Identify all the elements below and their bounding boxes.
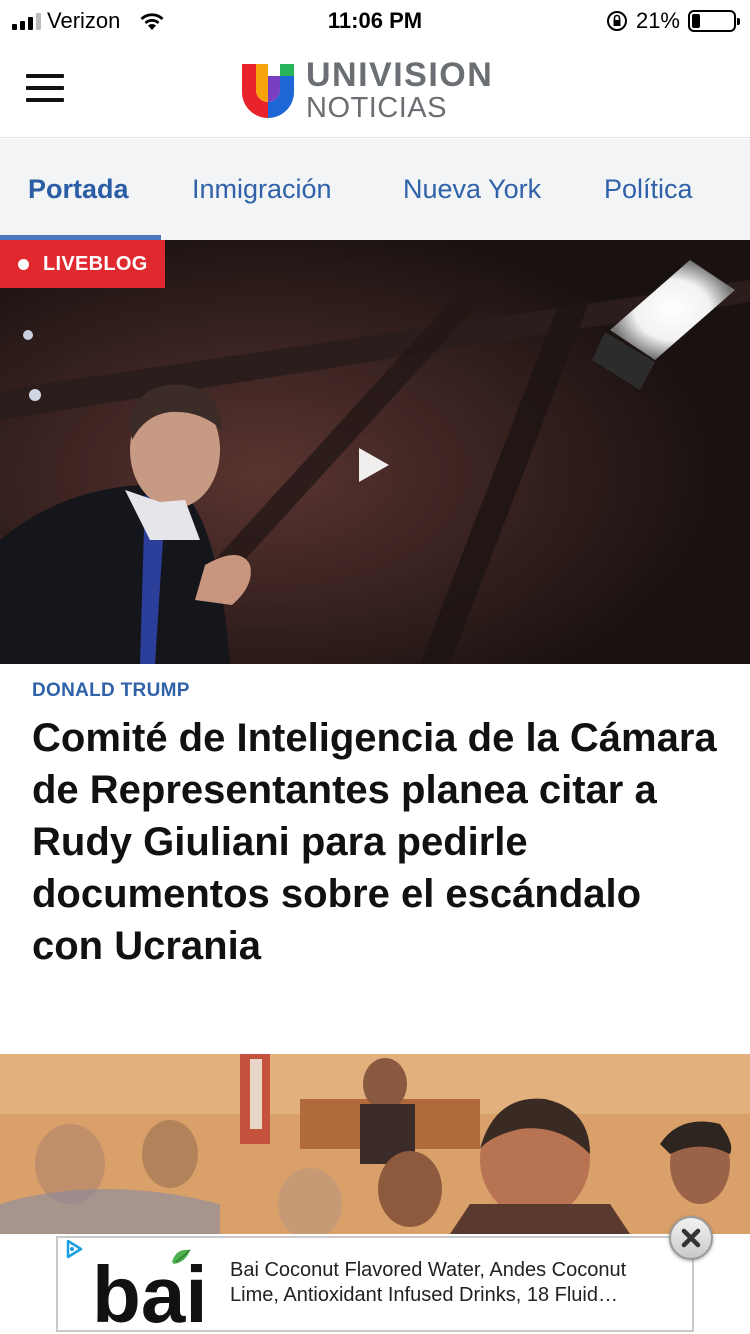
battery-fill [692,14,700,28]
liveblog-badge: LIVEBLOG [0,240,165,288]
univision-logo[interactable]: UNIVISION NOTICIAS [240,58,493,123]
courtroom-sketch [0,1054,750,1234]
close-ad-button[interactable] [669,1216,713,1260]
liveblog-label: LIVEBLOG [43,252,148,275]
status-right: 21% [606,8,740,34]
bai-logo: bai [92,1249,208,1328]
article-category[interactable]: DONALD TRUMP [32,680,190,702]
battery-percent: 21% [635,8,680,33]
hero-video-thumbnail[interactable]: LIVEBLOG [0,240,750,664]
logo-line2: NOTICIAS [306,92,447,124]
univision-logo-mark [242,63,294,118]
close-icon [681,1228,701,1248]
section-tabs: Portada Inmigración Nueva York Política [0,139,750,240]
tab-inmigracion[interactable]: Inmigración [192,139,332,240]
ad-text[interactable]: Bai Coconut Flavored Water, Andes Coconu… [230,1258,680,1308]
tab-politica[interactable]: Política [604,139,693,240]
play-icon[interactable] [355,445,391,485]
ad-banner[interactable]: bai Bai Coconut Flavored Water, Andes Co… [0,1234,750,1334]
logo-text: UNIVISION NOTICIAS [306,58,493,123]
second-article-image[interactable] [0,1054,750,1234]
logo-line1: UNIVISION [306,56,494,94]
ad-text-line1: Bai Coconut Flavored Water, Andes Coconu… [230,1259,627,1281]
ad-text-line2: Lime, Antioxidant Infused Drinks, 18 Flu… [230,1284,618,1306]
status-bar: Verizon 11:06 PM 21% [0,0,750,40]
tab-portada[interactable]: Portada [28,139,129,240]
menu-icon[interactable] [26,74,64,102]
bai-logo-text: bai [92,1250,208,1328]
rotation-lock-icon [606,11,627,31]
adchoices-icon[interactable] [64,1239,84,1259]
article-headline[interactable]: Comité de Inteligencia de la Cámara de R… [32,712,722,972]
tab-nueva-york[interactable]: Nueva York [403,139,541,240]
live-dot-icon [18,258,29,270]
battery-icon [688,10,740,32]
app-header: UNIVISION NOTICIAS [0,40,750,138]
